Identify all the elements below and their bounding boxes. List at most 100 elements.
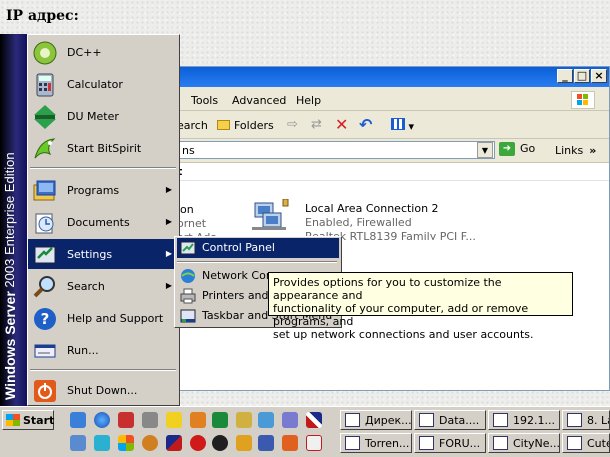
start-item-search[interactable]: Search ▶ [28,271,178,301]
start-item-label: Programs [67,184,120,197]
copy-to-icon[interactable]: ⇄ [311,117,322,132]
quicklaunch-app-icon[interactable] [212,435,228,451]
go-arrow-icon: ➜ [499,142,515,156]
minimize-button[interactable]: _ [557,69,573,83]
quicklaunch-app-icon[interactable] [190,435,206,451]
app-window-icon [567,436,582,450]
search-button[interactable]: earch [177,119,208,132]
address-bar: ns ▼ ➜ Go Links » [177,139,609,163]
quicklaunch-app-icon[interactable] [118,435,134,451]
start-item-run[interactable]: Run... [28,335,178,365]
quicklaunch-app-icon[interactable] [142,435,158,451]
start-label: Start [23,414,55,427]
quicklaunch-app-icon[interactable] [258,435,274,451]
help-icon: ? [32,306,58,332]
folder-window-icon [567,413,582,427]
task-button[interactable]: Дирек... [340,410,412,430]
quicklaunch-desktop-icon[interactable] [70,412,86,428]
folder-window-icon [419,436,434,450]
start-item-documents[interactable]: Documents ▶ [28,207,178,237]
quicklaunch-app-icon[interactable] [236,412,252,428]
address-dropdown-icon[interactable]: ▼ [477,142,493,158]
quicklaunch-app-icon[interactable] [212,412,228,428]
quicklaunch-app-icon[interactable] [282,412,298,428]
network-connections-icon [180,268,196,284]
views-button[interactable]: ▾ [391,118,414,133]
calculator-icon [32,72,58,98]
start-item-label: Start BitSpirit [67,142,142,155]
start-item-calculator[interactable]: Calculator [28,69,178,99]
quicklaunch-app-icon[interactable] [258,412,274,428]
menu-advanced[interactable]: Advanced [232,94,286,107]
start-item-du-meter[interactable]: DU Meter [28,101,178,131]
start-item-bitspirit[interactable]: Start BitSpirit [28,133,178,163]
task-button[interactable]: CityNe... [488,433,560,453]
network-connection-icon[interactable] [249,198,289,235]
start-button[interactable]: Start [2,410,54,430]
quicklaunch-app-icon[interactable] [94,435,110,451]
start-item-programs[interactable]: Programs ▶ [28,175,178,205]
go-label: Go [520,142,536,155]
tooltip-line-2: functionality of your computer, add or r… [273,302,529,328]
windows-flag-icon [6,414,20,426]
address-input[interactable]: ns [177,141,495,159]
task-label: Cute [587,437,609,450]
menu-tools[interactable]: Tools [191,94,218,107]
menu-help[interactable]: Help [296,94,321,107]
close-button[interactable]: × [591,69,607,83]
undo-icon[interactable]: ↶ [359,115,372,134]
start-item-settings[interactable]: Settings ▶ [28,239,178,269]
quicklaunch-app-icon[interactable] [236,435,252,451]
task-label: Data.... [439,414,480,427]
submenu-arrow-icon: ▶ [165,185,172,194]
task-button[interactable]: Cute [562,433,610,453]
quicklaunch-app-icon[interactable] [118,412,134,428]
quicklaunch-app-icon[interactable] [142,412,158,428]
delete-icon[interactable]: ✕ [335,115,348,134]
printers-icon [180,288,196,304]
tooltip-line-3: set up network connections and user acco… [273,328,534,341]
du-meter-icon [32,104,58,130]
quicklaunch-app-icon[interactable] [306,435,322,451]
start-item-label: DU Meter [67,110,119,123]
taskbar-icon [180,308,196,324]
submenu-item-label: Control Panel [202,241,275,254]
quicklaunch-app-icon[interactable] [70,435,86,451]
task-button[interactable]: Torren... [340,433,412,453]
quicklaunch-flag-icon[interactable] [306,412,322,428]
connection-status: Enabled, Firewalled [305,216,412,229]
chevron-right-icon: » [589,144,597,157]
documents-icon [32,210,58,236]
links-button[interactable]: Links » [555,144,596,157]
quicklaunch-app-icon[interactable] [166,412,182,428]
folders-button[interactable]: Folders [217,119,274,132]
quicklaunch-app-icon[interactable] [190,412,206,428]
start-item-shutdown[interactable]: Shut Down... [28,375,178,405]
quicklaunch-app-icon[interactable] [166,435,182,451]
folder-window-icon [419,413,434,427]
connection-name[interactable]: Local Area Connection 2 [305,202,439,215]
start-item-dcpp[interactable]: DC++ [28,37,178,67]
sidebar-edition: 2003 Enterprise Edition [2,152,17,292]
submenu-item-control-panel[interactable]: Control Panel [177,238,339,258]
window-titlebar[interactable]: _ □ × [177,67,609,87]
taskbar: Start Дирек... Data.... 192.1... 8. La T… [0,406,610,457]
start-item-label: Shut Down... [67,384,138,397]
task-button[interactable]: Data.... [414,410,486,430]
move-to-icon[interactable]: ⇨ [287,117,298,132]
control-panel-icon [180,240,196,256]
quicklaunch-app-icon[interactable] [282,435,298,451]
quicklaunch-ie-icon[interactable] [94,412,110,428]
maximize-button[interactable]: □ [574,69,590,83]
task-label: CityNe... [513,437,560,450]
content-heading: t [177,165,609,181]
go-button[interactable]: ➜ Go [499,142,549,159]
menu-separator [30,369,176,371]
start-item-help[interactable]: ? Help and Support [28,303,178,333]
start-item-label: Run... [67,344,99,357]
task-button[interactable]: 192.1... [488,410,560,430]
submenu-item-label: Printers and F [202,289,279,302]
task-button[interactable]: 8. La [562,410,610,430]
task-button[interactable]: FORU... [414,433,486,453]
shutdown-icon [32,378,58,404]
